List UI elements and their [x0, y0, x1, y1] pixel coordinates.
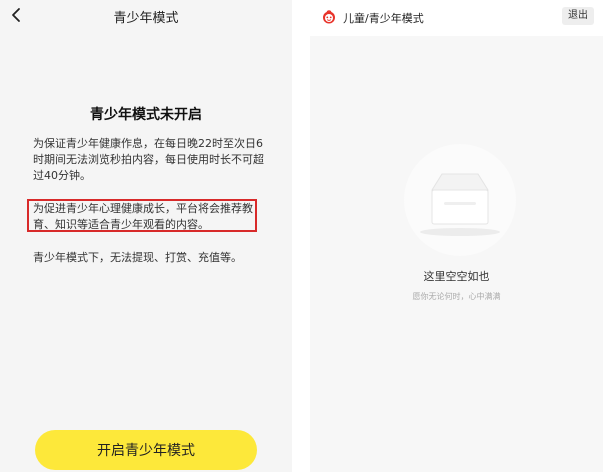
youth-mode-settings-panel: 青少年模式 青少年模式未开启 为保证青少年健康作息，在每日晚22时至次日6时期间…: [0, 0, 292, 472]
top-bar: 青少年模式: [0, 0, 292, 32]
exit-button[interactable]: 退出: [562, 7, 594, 25]
empty-box-icon: [420, 173, 500, 236]
restriction-paragraph: 青少年模式下，无法提现、打赏、充值等。: [33, 251, 242, 264]
child-mode-panel: 儿童/青少年模式 退出 这里空空如也 愿你无论何时，心中满满: [310, 0, 603, 472]
top-bar: 儿童/青少年模式 退出: [310, 0, 603, 36]
red-face-icon: [323, 10, 335, 24]
content-paragraph: 为促进青少年心理健康成长，平台将会推荐教育、知识等适合青少年观看的内容。: [33, 202, 253, 231]
empty-state-subtitle: 愿你无论何时，心中满满: [412, 292, 501, 301]
rest-time-paragraph: 为保证青少年健康作息，在每日晚22时至次日6时期间无法浏览秒拍内容，每日使用时长…: [33, 137, 264, 182]
enable-youth-mode-button[interactable]: 开启青少年模式: [35, 430, 257, 470]
page-title: 青少年模式: [113, 11, 179, 26]
status-title: 青少年模式未开启: [90, 107, 202, 123]
mode-title: 儿童/青少年模式: [343, 12, 424, 25]
empty-state-title: 这里空空如也: [423, 270, 490, 283]
